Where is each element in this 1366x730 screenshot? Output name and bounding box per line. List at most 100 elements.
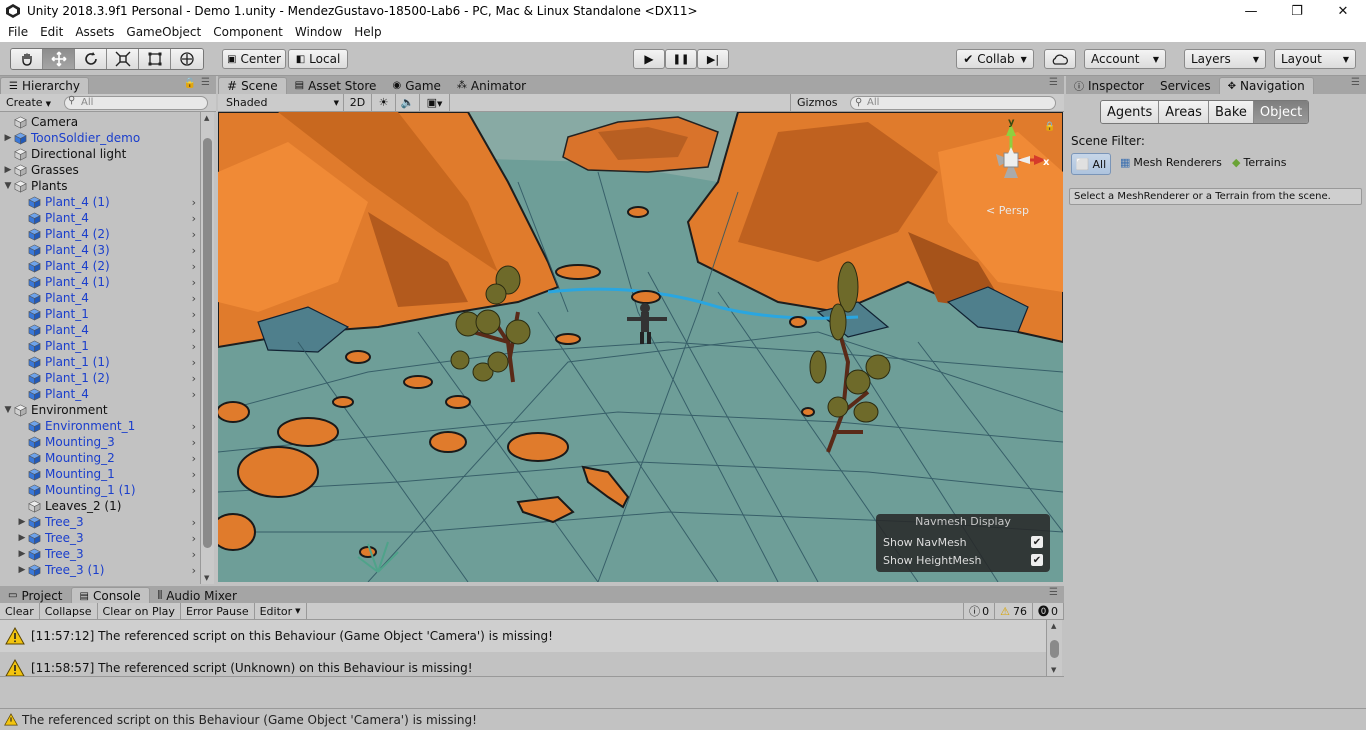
console-log-line[interactable]: [11:57:12] The referenced script on this… <box>0 620 1046 652</box>
chevron-right-icon[interactable]: › <box>192 532 196 545</box>
error-count-toggle[interactable]: ⓿0 <box>1033 603 1064 619</box>
hierarchy-item[interactable]: Camera <box>0 114 200 130</box>
tab-object[interactable]: Object <box>1253 101 1309 123</box>
hierarchy-item[interactable]: ▶ Tree_3 › <box>0 546 200 562</box>
lock-icon[interactable]: 🔒 <box>184 78 196 89</box>
chevron-right-icon[interactable]: › <box>192 212 196 225</box>
hierarchy-item[interactable]: Plant_1 (2) › <box>0 370 200 386</box>
chevron-right-icon[interactable]: › <box>192 452 196 465</box>
chevron-right-icon[interactable]: › <box>192 468 196 481</box>
chevron-right-icon[interactable]: › <box>192 308 196 321</box>
scroll-up-icon[interactable]: ▲ <box>1051 622 1056 630</box>
hierarchy-scroll-thumb[interactable] <box>203 138 212 548</box>
console-scroll-thumb[interactable] <box>1050 640 1059 658</box>
hierarchy-search-input[interactable]: All <box>64 96 208 110</box>
hierarchy-item[interactable]: Plant_4 › <box>0 386 200 402</box>
lighting-toggle-icon[interactable]: ☀ <box>372 94 396 111</box>
tab-asset-store[interactable]: ▤ Asset Store <box>287 77 385 94</box>
tab-inspector[interactable]: ⓘ Inspector <box>1066 77 1152 94</box>
show-heightmesh-row[interactable]: Show HeightMesh ✔ <box>883 552 1043 568</box>
hierarchy-item[interactable]: Environment_1 › <box>0 418 200 434</box>
scale-tool-icon[interactable] <box>107 49 139 69</box>
clear-on-play-button[interactable]: Clear on Play <box>98 603 181 619</box>
tab-navigation[interactable]: ✥ Navigation <box>1218 77 1314 94</box>
hierarchy-item[interactable]: Mounting_1 › <box>0 466 200 482</box>
hierarchy-scrollbar[interactable]: ▲ ▼ <box>200 112 214 584</box>
scroll-down-icon[interactable]: ▼ <box>1051 666 1056 674</box>
hierarchy-item[interactable]: ▶ Tree_3 › <box>0 514 200 530</box>
show-navmesh-row[interactable]: Show NavMesh ✔ <box>883 534 1043 550</box>
chevron-right-icon[interactable]: › <box>192 564 196 577</box>
hierarchy-item[interactable]: ▶ Tree_3 › <box>0 530 200 546</box>
menu-file[interactable]: File <box>2 25 34 39</box>
tab-bake[interactable]: Bake <box>1208 101 1254 123</box>
collapsed-arrow-icon[interactable]: ▶ <box>2 133 14 143</box>
hierarchy-item[interactable]: Plant_4 (2) › <box>0 258 200 274</box>
chevron-right-icon[interactable]: › <box>192 196 196 209</box>
info-count-toggle[interactable]: ⓘ 0 <box>963 603 996 619</box>
projection-label[interactable]: < Persp <box>986 204 1029 217</box>
chevron-right-icon[interactable]: › <box>192 244 196 257</box>
hierarchy-item[interactable]: Plant_1 › <box>0 306 200 322</box>
chevron-right-icon[interactable]: › <box>192 356 196 369</box>
filter-mesh-renderers-button[interactable]: ▦ Mesh Renderers <box>1120 156 1222 169</box>
tab-services[interactable]: Services <box>1152 77 1219 94</box>
create-dropdown[interactable]: Create ▼ <box>6 96 51 109</box>
rect-tool-icon[interactable] <box>139 49 171 69</box>
cloud-button[interactable] <box>1044 49 1076 69</box>
collapsed-arrow-icon[interactable]: ▶ <box>16 565 28 575</box>
hierarchy-item[interactable]: Plant_4 (1) › <box>0 274 200 290</box>
menu-gameobject[interactable]: GameObject <box>120 25 207 39</box>
clear-button[interactable]: Clear <box>0 603 40 619</box>
scroll-up-icon[interactable]: ▲ <box>204 114 209 122</box>
show-heightmesh-checkbox[interactable]: ✔ <box>1031 554 1043 566</box>
menu-component[interactable]: Component <box>207 25 289 39</box>
show-navmesh-checkbox[interactable]: ✔ <box>1031 536 1043 548</box>
tab-agents[interactable]: Agents <box>1101 101 1160 123</box>
menu-edit[interactable]: Edit <box>34 25 69 39</box>
hierarchy-item[interactable]: Leaves_2 (1) <box>0 498 200 514</box>
play-button[interactable]: ▶ <box>633 49 665 69</box>
chevron-right-icon[interactable]: › <box>192 340 196 353</box>
panel-menu-icon[interactable]: ☰ <box>201 77 210 88</box>
hand-tool-icon[interactable] <box>11 49 43 69</box>
chevron-right-icon[interactable]: › <box>192 292 196 305</box>
hierarchy-item[interactable]: Plant_1 › <box>0 338 200 354</box>
tab-audio-mixer[interactable]: ⫼ Audio Mixer <box>150 587 245 604</box>
account-dropdown[interactable]: Account ▼ <box>1084 49 1166 69</box>
chevron-right-icon[interactable]: › <box>192 436 196 449</box>
audio-toggle-icon[interactable]: 🔈 <box>396 94 420 111</box>
layers-dropdown[interactable]: Layers ▼ <box>1184 49 1266 69</box>
hierarchy-item[interactable]: Directional light <box>0 146 200 162</box>
hierarchy-item[interactable]: Plant_4 (2) › <box>0 226 200 242</box>
layout-dropdown[interactable]: Layout ▼ <box>1274 49 1356 69</box>
hierarchy-item[interactable]: ▼ Environment <box>0 402 200 418</box>
collapsed-arrow-icon[interactable]: ▶ <box>2 165 14 175</box>
status-bar[interactable]: The referenced script on this Behaviour … <box>0 708 1366 730</box>
scroll-down-icon[interactable]: ▼ <box>204 574 209 582</box>
hierarchy-item[interactable]: Plant_4 › <box>0 290 200 306</box>
hierarchy-item[interactable]: Mounting_1 (1) › <box>0 482 200 498</box>
hierarchy-item[interactable]: Plant_4 › <box>0 210 200 226</box>
rotate-tool-icon[interactable] <box>75 49 107 69</box>
editor-dropdown[interactable]: Editor ▼ <box>255 603 307 619</box>
tab-game[interactable]: ◉ Game <box>384 77 448 94</box>
chevron-right-icon[interactable]: › <box>192 228 196 241</box>
draw-mode-dropdown[interactable]: Shaded ▼ <box>218 94 344 111</box>
hierarchy-item[interactable]: Mounting_3 › <box>0 434 200 450</box>
expanded-arrow-icon[interactable]: ▼ <box>2 181 14 191</box>
tab-areas[interactable]: Areas <box>1159 101 1209 123</box>
effects-dropdown-icon[interactable]: ▣▼ <box>420 94 450 111</box>
scene-viewport[interactable]: y x < Persp 🔒 Navmesh Display Show NavMe… <box>218 112 1063 582</box>
collapsed-arrow-icon[interactable]: ▶ <box>16 517 28 527</box>
chevron-right-icon[interactable]: › <box>192 516 196 529</box>
pivot-center-button[interactable]: ▣ Center <box>222 49 286 69</box>
menu-window[interactable]: Window <box>289 25 348 39</box>
hierarchy-item[interactable]: ▶ Grasses <box>0 162 200 178</box>
hierarchy-item[interactable]: ▶ Tree_3 (1) › <box>0 562 200 578</box>
filter-terrains-button[interactable]: ◆ Terrains <box>1232 156 1286 169</box>
pivot-local-button[interactable]: ◧ Local <box>288 49 348 69</box>
warning-count-toggle[interactable]: ⚠ 76 <box>995 603 1033 619</box>
collab-dropdown[interactable]: ✔ Collab ▼ <box>956 49 1034 69</box>
close-window-button[interactable]: ✕ <box>1320 0 1366 22</box>
